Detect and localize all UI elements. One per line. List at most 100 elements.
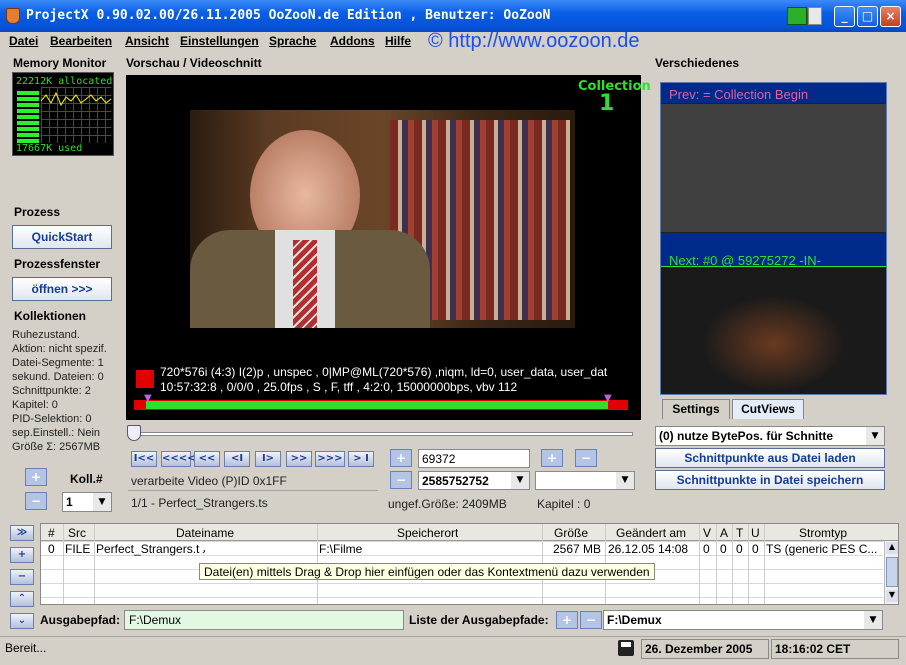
minimize-button[interactable]: _ (834, 6, 855, 27)
cell-size: 2567 MB (553, 542, 602, 556)
close-button[interactable]: × (880, 6, 901, 27)
load-cuts-button[interactable]: Schnittpunkte aus Datei laden (655, 448, 885, 468)
menu-addons[interactable]: Addons (330, 34, 375, 48)
prozess-title: Prozess (14, 205, 61, 219)
cell-u: 0 (752, 542, 759, 556)
koll-line: PID-Selektion: 0 (12, 413, 92, 425)
prev-frame (661, 104, 886, 232)
menu-hilfe[interactable]: Hilfe (385, 34, 411, 48)
nav-last-button[interactable]: > I (348, 451, 374, 467)
cutview-panel: Prev: = Collection Begin Next: #0 @ 5927… (660, 82, 887, 395)
add-output-button[interactable]: + (556, 611, 578, 629)
chevron-down-icon[interactable]: ▼ (864, 611, 882, 629)
output-list-value: F:\Demux (607, 613, 662, 627)
koll-line: Größe Σ: 2567MB (12, 441, 101, 453)
nav-next-cut-button[interactable]: I> (255, 451, 281, 467)
status-date: 26. Dezember 2005 (641, 639, 769, 659)
move-up-button[interactable]: ⌃ (10, 591, 34, 607)
expand-button[interactable]: ≫ (10, 525, 34, 541)
cut-marker-in[interactable]: ▼ (144, 393, 152, 404)
position-slider[interactable] (128, 432, 633, 436)
person-tie (293, 240, 317, 328)
video-frame (190, 110, 575, 328)
add-collection-button[interactable]: + (25, 468, 47, 486)
remove-cut-button[interactable]: − (390, 471, 412, 489)
add-chapter-button[interactable]: + (541, 449, 563, 467)
koll-select-value: 1 (66, 495, 73, 509)
add-cut-button[interactable]: + (390, 449, 412, 467)
status-text: Bereit... (5, 641, 47, 655)
chevron-down-icon[interactable]: ▼ (866, 427, 884, 445)
pid-info: verarbeite Video (P)ID 0x1FF (131, 474, 287, 488)
nav-forward-button[interactable]: >> (286, 451, 312, 467)
remove-collection-button[interactable]: − (25, 492, 47, 510)
cell-v: 0 (703, 542, 710, 556)
tab-cutviews[interactable]: CutViews (732, 399, 804, 419)
cell-modified: 26.12.05 14:08 (608, 542, 689, 556)
maximize-button[interactable]: □ (857, 6, 878, 27)
cell-index: 0 (48, 542, 55, 556)
output-list-select[interactable]: F:\Demux ▼ (603, 610, 883, 630)
koll-select[interactable]: 1 ▼ (62, 492, 112, 512)
chevron-down-icon[interactable]: ▼ (511, 472, 529, 489)
file-info: 1/1 - Perfect_Strangers.ts (131, 496, 268, 510)
menu-ansicht[interactable]: Ansicht (125, 34, 169, 48)
prozessfenster-title: Prozessfenster (14, 257, 101, 271)
url-link[interactable]: © http://www.oozoon.de (428, 30, 640, 53)
nav-first-button[interactable]: I<< (131, 451, 157, 467)
quickstart-button[interactable]: QuickStart (12, 225, 112, 249)
cut-timeline[interactable]: ▼ ▼ (134, 393, 628, 410)
remove-chapter-button[interactable]: − (575, 449, 597, 467)
cursor-icon (200, 544, 207, 558)
remove-output-button[interactable]: − (580, 611, 602, 629)
menu-datei[interactable]: Datei (9, 34, 38, 48)
nav-forward-large-button[interactable]: >>> (315, 451, 345, 467)
frame-field[interactable]: 69372 (418, 449, 530, 468)
cell-location: F:\Filme (319, 542, 363, 556)
chevron-down-icon[interactable]: ▼ (616, 472, 634, 489)
size-info: ungef.Größe: 2409MB (388, 497, 507, 511)
drag-drop-tooltip: Datei(en) mittels Drag & Drop hier einfü… (199, 563, 655, 580)
frame-value: 69372 (422, 452, 456, 466)
oeffnen-button[interactable]: öffnen >>> (12, 277, 112, 301)
cut-position-select[interactable]: 2585752752 ▼ (418, 471, 530, 490)
nav-prev-cut-button[interactable]: <I (224, 451, 250, 467)
koll-line: Ruhezustand. (12, 329, 80, 341)
bytepos-select[interactable]: (0) nutze BytePos. für Schnitte ▼ (655, 426, 885, 446)
remove-file-button[interactable]: − (10, 569, 34, 585)
tray-icon[interactable] (787, 7, 807, 25)
memory-graph (41, 87, 111, 143)
koll-line: Kapitel: 0 (12, 399, 58, 411)
menu-einstellungen[interactable]: Einstellungen (180, 34, 259, 48)
chevron-down-icon[interactable]: ▼ (93, 493, 111, 511)
preview-title: Vorschau / Videoschnitt (126, 56, 262, 70)
cell-filename: Perfect_Strangers.ts (96, 542, 206, 556)
output-path-field[interactable]: F:\Demux (124, 610, 404, 630)
menu-bearbeiten[interactable]: Bearbeiten (50, 34, 112, 48)
table-scrollbar[interactable]: ▲ ▼ (884, 541, 898, 604)
add-file-button[interactable]: + (10, 547, 34, 563)
chapter-select[interactable]: ▼ (535, 471, 635, 490)
koll-line: Schnittpunkte: 2 (12, 385, 91, 397)
move-down-button[interactable]: ⌄ (10, 613, 34, 629)
red-indicator (136, 370, 154, 388)
output-path-value: F:\Demux (129, 613, 182, 627)
java-icon (6, 8, 20, 24)
table-row[interactable]: 0 FILE Perfect_Strangers.ts F:\Filme 256… (41, 542, 883, 556)
slider-thumb[interactable] (127, 425, 141, 441)
tray-icon-2[interactable] (808, 7, 822, 25)
koll-line: Datei-Segmente: 1 (12, 357, 104, 369)
next-label: Next: #0 @ 59275272 -IN- (669, 253, 821, 268)
tab-settings[interactable]: Settings (662, 399, 730, 419)
koll-line: sep.Einstell.: Nein (12, 427, 101, 439)
nav-back-button[interactable]: << (194, 451, 220, 467)
memory-bars (17, 91, 39, 143)
save-cuts-button[interactable]: Schnittpunkte in Datei speichern (655, 470, 885, 490)
menu-sprache[interactable]: Sprache (269, 34, 316, 48)
verschiedenes-title: Verschiedenes (655, 56, 740, 70)
nav-back-large-button[interactable]: <<<< (161, 451, 196, 467)
collection-label: Collection (578, 79, 651, 94)
output-list-label: Liste der Ausgabepfade: (409, 613, 549, 627)
cut-marker-out[interactable]: ▼ (604, 393, 612, 404)
memory-allocated: 22212K allocated (16, 76, 113, 87)
